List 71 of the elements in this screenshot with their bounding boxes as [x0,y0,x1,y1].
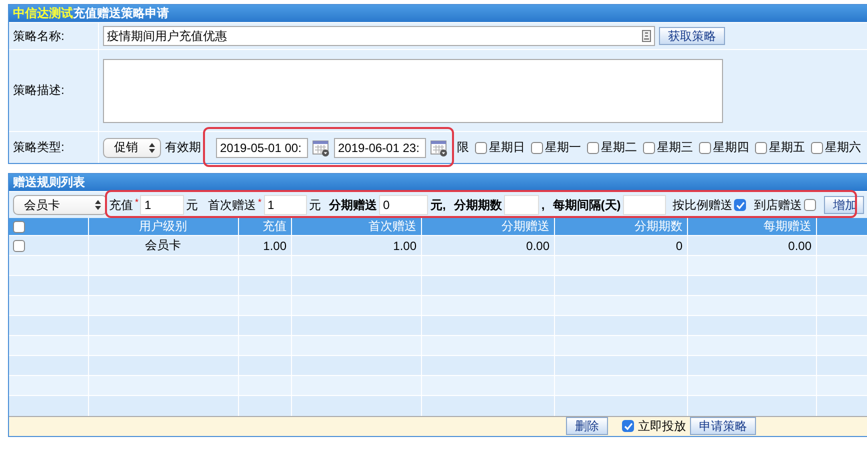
unit-label: , [541,198,545,212]
column-header: 用户级别 [88,218,238,236]
panel-title: 中信达测试充值赠送策略申请 [9,5,867,22]
unit-label: 元, [430,196,446,214]
column-header: 分期期数 [554,218,687,236]
checkbox[interactable] [587,142,599,154]
description-field[interactable] [103,58,723,122]
column-header: 首次赠送 [291,218,421,236]
amount-field[interactable] [622,195,666,215]
field-label: 到店赠送 [754,196,802,214]
end-date-field[interactable]: 2019-06-01 23: [334,138,426,158]
amount-field[interactable] [504,195,540,215]
amount-field[interactable]: 1 [264,195,308,215]
field-label: 策略描述: [9,50,99,131]
column-header: 每期赠送 [687,218,816,236]
fetch-strategy-button[interactable]: 获取策略 [659,27,725,45]
column-header: 充值 [238,218,291,236]
checkbox[interactable] [643,142,655,154]
column-header: 分期赠送 [421,218,554,236]
field-label: 充值 [108,196,133,214]
level-dropdown[interactable]: 会员卡 [13,195,107,215]
unit-label: 元 [309,196,322,214]
field-label: 分期期数 [454,196,502,214]
delete-button[interactable]: 删除 [566,417,608,435]
required-mark: * [258,197,262,207]
checkbox[interactable] [755,142,767,154]
amount-field[interactable]: 1 [140,195,184,215]
start-date-field[interactable]: 2019-05-01 00: [216,138,308,158]
checkbox[interactable] [622,420,634,432]
field-label: 策略名称: [9,23,99,49]
weekday-label: 星期六 [825,139,861,156]
weekday-label: 星期三 [657,139,693,156]
unit-label: 元 [186,196,198,214]
table-cell: 会员卡 [88,236,238,256]
checkbox[interactable] [13,240,25,252]
dropdown-arrows-icon [149,142,155,152]
field-label: 首次赠送 [208,196,256,214]
field-label: 每期间隔(天) [552,196,621,214]
checkbox[interactable] [13,221,25,234]
checkbox[interactable] [811,142,823,154]
table-cell: 1.00 [291,236,421,256]
table-cell: 0 [554,236,687,256]
checkbox[interactable] [734,199,746,211]
field-label: 策略类型: [9,132,99,163]
checkbox[interactable] [475,142,487,154]
dropdown-arrows-icon [94,200,101,210]
calendar-icon[interactable] [312,138,330,156]
weekday-label: 星期一 [545,139,581,156]
weekday-label: 星期五 [769,139,805,156]
required-mark: * [134,197,138,207]
checkbox[interactable] [804,199,816,211]
keyboard-icon [642,30,651,42]
amount-field[interactable]: 0 [379,195,428,215]
table-cell: 0.00 [687,236,816,256]
table-cell: 0.00 [421,236,554,256]
checkbox[interactable] [531,142,543,154]
publish-label: 立即投放 [638,418,686,434]
panel-title: 赠送规则列表 [9,174,867,191]
name-field[interactable]: 疫情期间用户充值优惠 [103,26,655,46]
checkbox[interactable] [699,142,711,154]
apply-strategy-button[interactable]: 申请策略 [690,417,756,435]
field-label: 按比例赠送 [672,196,732,214]
field-label: 限 [457,139,469,156]
table-cell: 1.00 [238,236,291,256]
type-dropdown[interactable]: 促销 [103,138,161,158]
weekday-label: 星期二 [601,139,637,156]
weekday-label: 星期四 [713,139,749,156]
field-label: 有效期 [165,139,201,156]
weekday-label: 星期日 [489,139,525,156]
calendar-icon[interactable] [430,138,448,156]
field-label: 分期赠送 [329,196,378,214]
